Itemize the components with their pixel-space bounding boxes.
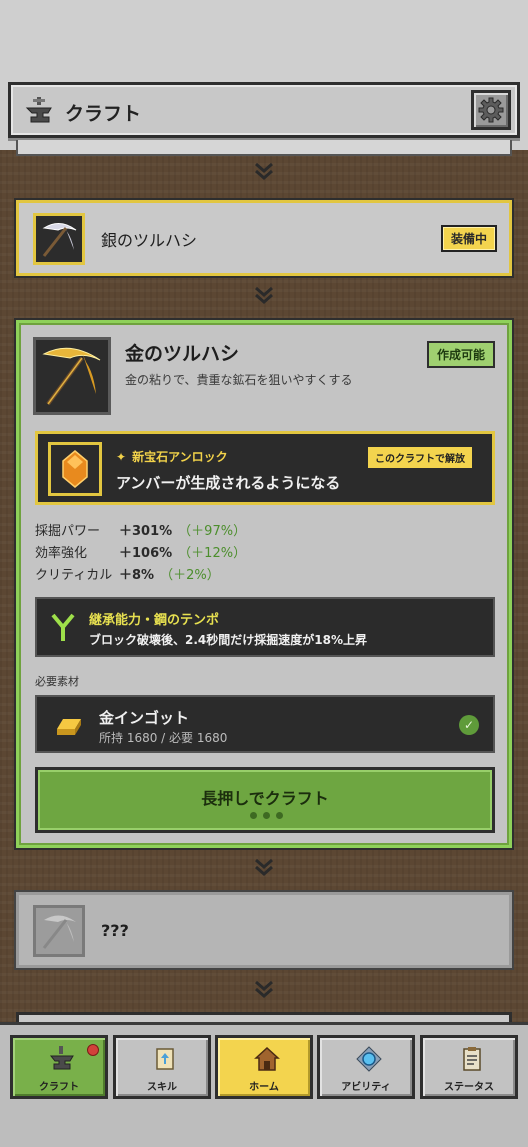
item-thumbnail	[33, 905, 85, 957]
inherit-description: ブロック破壊後、2.4秒間だけ採掘速度が18%上昇	[89, 633, 367, 647]
gem-frame	[48, 442, 102, 496]
required-materials-label: 必要素材	[35, 675, 79, 688]
branch-icon	[51, 613, 75, 641]
stat-value: ＋106%	[119, 546, 173, 561]
stat-label: クリティカル	[35, 568, 113, 583]
stat-label: 効率強化	[35, 546, 88, 561]
chevron-down-icon	[255, 286, 273, 304]
nav-label: クラフト	[39, 1082, 79, 1093]
gold-ingot-icon	[57, 719, 81, 735]
page-title: クラフト	[65, 103, 142, 125]
unlock-label: ✦ 新宝石アンロック	[116, 450, 228, 464]
material-row: 金インゴット 所持 1680 / 必要 1680 ✓	[35, 695, 495, 753]
hold-to-craft-button[interactable]: 長押しでクラフト	[35, 767, 495, 833]
house-icon	[254, 1046, 280, 1071]
sparkle-icon: ✦	[116, 450, 127, 464]
stat-diff: （＋97%）	[178, 524, 247, 539]
chevron-down-icon	[255, 858, 273, 876]
unlock-text: アンバーが生成されるようになる	[116, 474, 341, 492]
item-description: 金の粘りで、貴重な鉱石を狙いやすくする	[125, 373, 353, 387]
gear-icon	[478, 97, 504, 123]
material-count: 所持 1680 / 必要 1680	[99, 731, 228, 745]
progress-dots	[250, 812, 283, 819]
bottom-nav: クラフト スキル ホーム アビリティ ステータス	[0, 1022, 528, 1147]
nav-home[interactable]: ホーム	[215, 1035, 313, 1099]
silver-pickaxe-icon	[42, 223, 77, 257]
stat-value: ＋8%	[119, 568, 155, 583]
stat-value: ＋301%	[119, 524, 173, 539]
stat-diff: （＋12%）	[178, 546, 247, 561]
nav-status[interactable]: ステータス	[420, 1035, 518, 1099]
material-name: 金インゴット	[99, 709, 190, 727]
nav-label: アビリティ	[341, 1082, 391, 1093]
inherit-title: 継承能力・鋼のテンポ	[89, 613, 220, 628]
nav-craft[interactable]: クラフト	[10, 1035, 108, 1099]
item-thumbnail	[33, 213, 85, 265]
inherit-ability-panel: 継承能力・鋼のテンポ ブロック破壊後、2.4秒間だけ採掘速度が18%上昇	[35, 597, 495, 657]
locked-pickaxe-icon	[42, 915, 76, 949]
craftable-badge: 作成可能	[426, 341, 495, 368]
stat-row: 効率強化 ＋106% （＋12%）	[35, 543, 246, 565]
equipped-badge: 装備中	[440, 225, 497, 252]
orb-icon	[356, 1046, 382, 1072]
nav-label: ホーム	[249, 1082, 279, 1093]
item-name: 銀のツルハシ	[101, 231, 198, 250]
clipboard-icon	[463, 1047, 481, 1071]
stat-row: 採掘パワー ＋301% （＋97%）	[35, 521, 246, 543]
anvil-icon	[25, 97, 52, 123]
notification-dot	[87, 1044, 99, 1056]
gem-unlock-panel: ✦ 新宝石アンロック アンバーが生成されるようになる このクラフトで解放	[35, 431, 495, 505]
item-name: ???	[101, 921, 129, 940]
amber-gem-icon	[62, 450, 88, 488]
nav-skill[interactable]: スキル	[113, 1035, 211, 1099]
header-shadow	[16, 140, 512, 156]
nav-ability[interactable]: アビリティ	[317, 1035, 415, 1099]
stat-row: クリティカル ＋8% （＋2%）	[35, 565, 246, 587]
locked-item-card[interactable]: ???	[16, 892, 512, 968]
chevron-down-icon	[255, 980, 273, 998]
scroll-icon	[156, 1048, 174, 1070]
check-icon: ✓	[459, 715, 479, 735]
settings-button[interactable]	[471, 90, 511, 130]
header-bar: クラフト	[8, 82, 520, 138]
stat-diff: （＋2%）	[160, 568, 220, 583]
chevron-down-icon	[255, 162, 273, 180]
stat-label: 採掘パワー	[35, 524, 101, 539]
stats-list: 採掘パワー ＋301% （＋97%） 効率強化 ＋106% （＋12%） クリテ…	[35, 521, 246, 587]
nav-label: ステータス	[444, 1082, 494, 1093]
nav-label: スキル	[147, 1082, 177, 1093]
craft-item-card: 金のツルハシ 作成可能 金の粘りで、貴重な鉱石を狙いやすくする ✦ 新宝石アンロッ…	[16, 320, 512, 848]
item-name: 金のツルハシ	[125, 343, 240, 365]
craft-button-label: 長押しでクラフト	[201, 789, 329, 808]
item-thumbnail	[33, 337, 111, 415]
anvil-icon	[49, 1046, 74, 1070]
gold-pickaxe-icon	[42, 347, 101, 406]
unlock-badge: このクラフトで解放	[368, 447, 472, 468]
equipped-item-card[interactable]: 銀のツルハシ 装備中	[16, 200, 512, 276]
